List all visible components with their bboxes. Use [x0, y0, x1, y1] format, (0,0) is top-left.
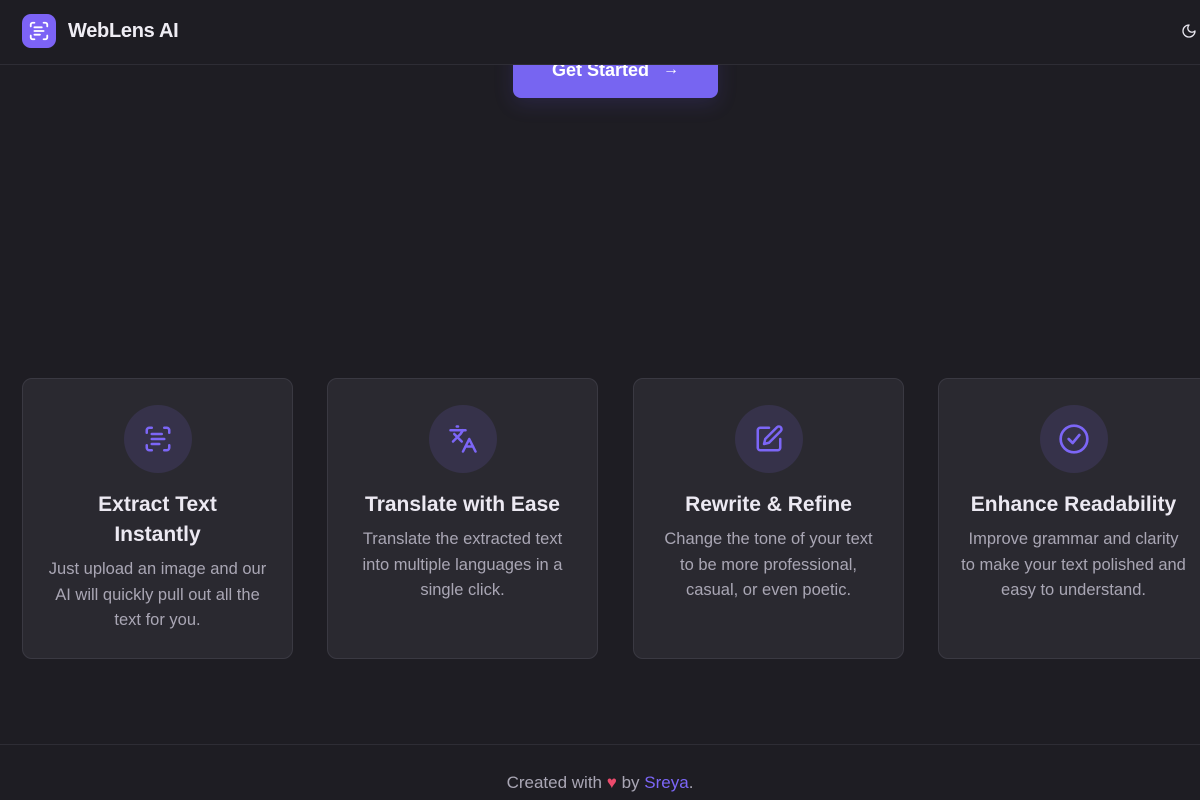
- edit-icon: [734, 405, 803, 473]
- feature-title: Translate with Ease: [365, 493, 560, 516]
- heart-icon: ♥: [606, 773, 617, 792]
- feature-card-translate: Translate with Ease Translate the extrac…: [327, 378, 598, 659]
- footer-credit: Created with ♥ by Sreya.: [0, 773, 1200, 793]
- feature-title: Rewrite & Refine: [685, 493, 852, 516]
- feature-description: Improve grammar and clarity to make your…: [961, 530, 1186, 599]
- feature-title: Enhance Readability: [970, 493, 1177, 516]
- check-circle-icon: [1039, 405, 1108, 473]
- footer-prefix: Created with: [506, 773, 602, 792]
- feature-description: Change the tone of your text to be more …: [664, 530, 873, 599]
- footer-by: by: [621, 773, 640, 792]
- scan-text-icon[interactable]: [22, 14, 56, 48]
- moon-icon[interactable]: [1178, 20, 1200, 42]
- footer: Created with ♥ by Sreya.: [0, 744, 1200, 800]
- feature-description: Just upload an image and our AI will qui…: [48, 560, 267, 629]
- footer-suffix: .: [688, 773, 694, 792]
- scan-text-icon: [123, 405, 192, 473]
- feature-card-rewrite: Rewrite & Refine Change the tone of your…: [633, 378, 904, 659]
- author-link[interactable]: Sreya: [644, 773, 688, 792]
- top-navbar: WebLens AI: [0, 0, 1200, 65]
- feature-card-extract: Extract Text Instantly Just upload an im…: [22, 378, 293, 659]
- feature-card-readability: Enhance Readability Improve grammar and …: [938, 378, 1200, 659]
- brand-name[interactable]: WebLens AI: [68, 20, 179, 43]
- feature-title: Extract Text Instantly: [98, 493, 217, 546]
- languages-icon: [428, 405, 497, 473]
- feature-description: Translate the extracted text into multip…: [362, 530, 563, 599]
